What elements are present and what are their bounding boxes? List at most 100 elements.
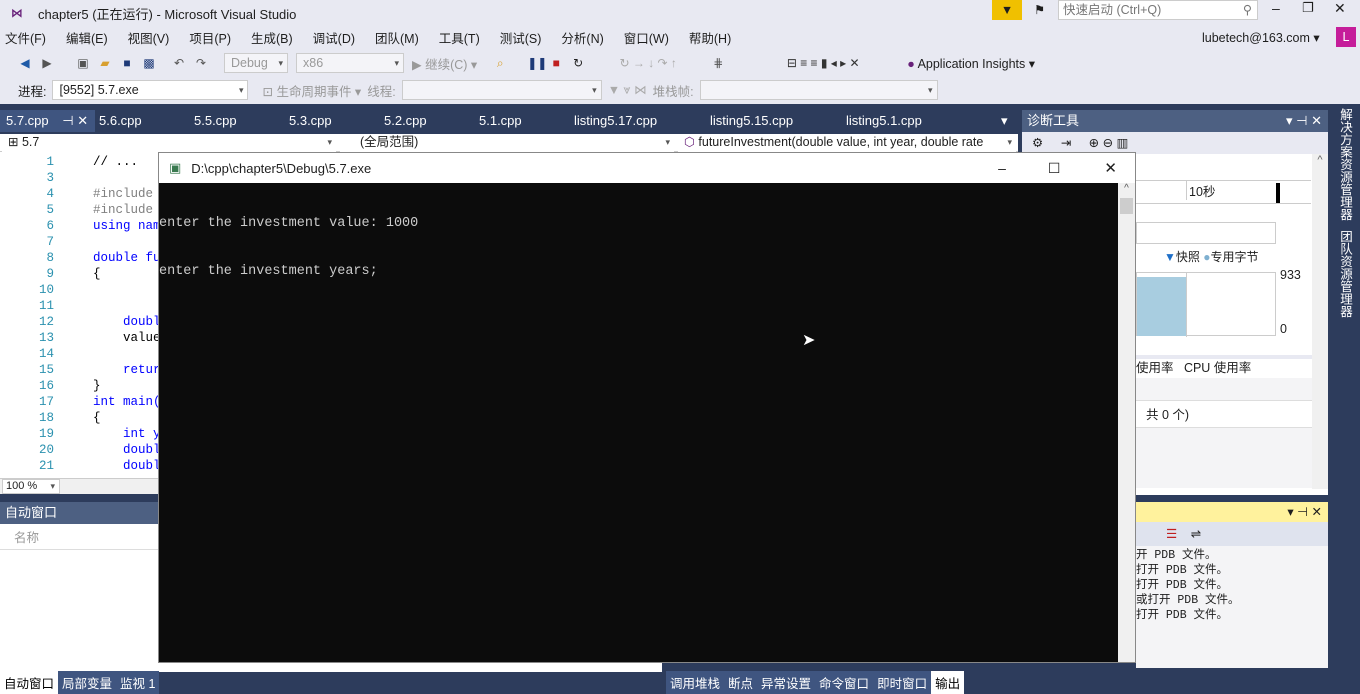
menu-help[interactable]: 帮助(H)	[689, 28, 731, 47]
save-icon[interactable]: ■	[120, 56, 134, 70]
pause-icon[interactable]: ❚❚	[527, 56, 547, 70]
filter-icon[interactable]: ▼	[992, 0, 1022, 20]
output-toolbar: ☰ ⇌	[1136, 522, 1328, 546]
new-project-icon[interactable]: ▣	[76, 56, 90, 70]
config-select[interactable]: Debug	[224, 53, 288, 73]
line-number: 20	[38, 443, 54, 457]
line-number: 8	[46, 251, 54, 265]
hex-icon[interactable]: ⋕	[711, 56, 725, 70]
stop-icon[interactable]: ■	[549, 56, 563, 70]
menu-build[interactable]: 生成(B)	[251, 28, 293, 47]
feedback-icon[interactable]: ⚑	[1034, 2, 1045, 17]
zoom-in-icon[interactable]: ⊕	[1089, 136, 1099, 150]
zoom-out-icon[interactable]: ⊖	[1103, 136, 1113, 150]
tab-listing5-15-cpp[interactable]: listing5.15.cpp	[704, 110, 799, 132]
back-icon[interactable]: ◀	[18, 56, 32, 70]
process-select[interactable]: [9552] 5.7.exe	[52, 80, 249, 100]
tab-solution-explorer[interactable]: 解决方案资源管理器	[1336, 108, 1355, 221]
app-insights-button[interactable]: ● Application Insights ▾	[907, 56, 1035, 71]
forward-icon[interactable]: ▶	[40, 56, 54, 70]
word-wrap-icon[interactable]: ⇌	[1191, 527, 1201, 541]
find-icon[interactable]: ⌕	[493, 56, 507, 70]
tab-listing5-1-cpp[interactable]: listing5.1.cpp	[840, 110, 928, 132]
scope-select[interactable]: (全局范围)	[340, 134, 674, 152]
menu-project[interactable]: 项目(P)	[189, 28, 231, 47]
settings-icon[interactable]: ⚙	[1032, 136, 1043, 150]
tab-team-explorer[interactable]: 团队资源管理器	[1336, 230, 1355, 318]
continue-button[interactable]: ▶ 继续(C) ▾	[412, 54, 477, 73]
avatar[interactable]: L	[1336, 27, 1356, 47]
restart-icon[interactable]: ↻	[571, 56, 585, 70]
thread-select[interactable]	[401, 80, 602, 100]
output-panel-controls[interactable]: ▾ ⊣ ✕	[1136, 502, 1328, 522]
member-select[interactable]: ⬡ futureInvestment(double value, int yea…	[678, 134, 1016, 152]
console-minimize-button[interactable]: –	[998, 160, 1006, 176]
tab-exception-settings[interactable]: 异常设置	[757, 670, 816, 694]
menu-edit[interactable]: 编辑(E)	[66, 28, 108, 47]
tab-5-3-cpp[interactable]: 5.3.cpp	[283, 110, 338, 132]
account-menu[interactable]: lubetech@163.com ▾	[1202, 30, 1320, 45]
time-marker[interactable]	[1276, 183, 1280, 203]
console-close-button[interactable]: ✕	[1104, 159, 1117, 177]
legend-snapshot: 快照	[1175, 250, 1200, 264]
timeline-ruler[interactable]: 10秒	[1136, 180, 1311, 204]
tab-5-1-cpp[interactable]: 5.1.cpp	[473, 110, 528, 132]
tab-overflow-icon[interactable]: ▾	[995, 110, 1014, 132]
thread-filter-icons[interactable]: ▼ ⩔ ⋈	[608, 82, 647, 98]
menu-team[interactable]: 团队(M)	[375, 28, 419, 47]
zoom-select[interactable]: 100 %	[2, 479, 60, 494]
tab-5-5-cpp[interactable]: 5.5.cpp	[188, 110, 243, 132]
tab-5-2-cpp[interactable]: 5.2.cpp	[378, 110, 433, 132]
step-icons[interactable]: ↻ → ↓ ↷ ↑	[593, 56, 703, 70]
tab-listing5-17-cpp[interactable]: listing5.17.cpp	[568, 110, 663, 132]
tab-immediate-window[interactable]: 即时窗口	[873, 670, 932, 694]
console-window[interactable]: ▣ D:\cpp\chapter5\Debug\5.7.exe – ☐ ✕ en…	[158, 152, 1136, 663]
zoom-value: 100 %	[6, 480, 38, 492]
line-number: 12	[38, 315, 54, 329]
export-icon[interactable]: ⇥	[1061, 136, 1071, 150]
diag-scrollbar[interactable]: ^	[1312, 154, 1328, 489]
tab-memory-usage[interactable]: 使用率	[1136, 361, 1174, 375]
tab-watch-1[interactable]: 监视 1	[116, 670, 160, 694]
close-button[interactable]: ✕	[1334, 0, 1346, 17]
bookmark-icons[interactable]: ⊟ ≡ ≡ ▮ ◂ ▸ ✕	[763, 56, 883, 70]
tab-output[interactable]: 输出	[931, 670, 965, 694]
menu-analyze[interactable]: 分析(N)	[561, 28, 603, 47]
minimize-button[interactable]: –	[1272, 0, 1280, 16]
menu-file[interactable]: 文件(F)	[5, 28, 46, 47]
menu-tools[interactable]: 工具(T)	[439, 28, 480, 47]
tab-breakpoints[interactable]: 断点	[724, 670, 758, 694]
menu-test[interactable]: 测试(S)	[500, 28, 542, 47]
tab-locals[interactable]: 局部变量	[58, 670, 117, 694]
menu-window[interactable]: 窗口(W)	[624, 28, 669, 47]
tab-auto-window[interactable]: 自动窗口	[0, 670, 59, 694]
console-maximize-button[interactable]: ☐	[1048, 160, 1061, 177]
lifecycle-events-button[interactable]: ⊡ 生命周期事件 ▾	[262, 81, 361, 100]
tab-5-6-cpp[interactable]: 5.6.cpp	[93, 110, 148, 132]
menu-view[interactable]: 视图(V)	[128, 28, 170, 47]
clear-all-icon[interactable]: ☰	[1166, 527, 1177, 541]
undo-icon[interactable]: ↶	[172, 56, 186, 70]
redo-icon[interactable]: ↷	[194, 56, 208, 70]
menu-debug[interactable]: 调试(D)	[313, 28, 355, 47]
console-title-bar[interactable]: ▣ D:\cpp\chapter5\Debug\5.7.exe – ☐ ✕	[159, 153, 1135, 183]
tab-command-window[interactable]: 命令窗口	[815, 670, 874, 694]
stackframe-select[interactable]	[699, 80, 938, 100]
platform-select[interactable]: x86	[296, 53, 404, 73]
code-editor[interactable]: 1 // ... 3 4 #include 5 #include 6 using name 7 8 d…	[0, 152, 168, 478]
tab-call-stack[interactable]: 调用堆栈	[666, 670, 725, 694]
project-select[interactable]: ⊞ 5.7	[2, 134, 336, 152]
console-scrollbar[interactable]: ^	[1118, 183, 1135, 662]
save-all-icon[interactable]: ▩	[142, 56, 156, 70]
tab-5-7-cpp[interactable]: 5.7.cpp ⊣ ✕	[0, 110, 95, 132]
output-text[interactable]: 开 PDB 文件。 打开 PDB 文件。 打开 PDB 文件。 或打开 PDB 文件。…	[1136, 546, 1328, 623]
quick-launch-input[interactable]: 快速启动 (Ctrl+Q) ⚲	[1058, 0, 1258, 20]
pin-icon[interactable]: ⊣	[62, 113, 73, 128]
open-icon[interactable]: ▰	[98, 56, 112, 70]
restore-button[interactable]: ❐	[1302, 0, 1314, 16]
close-tab-icon[interactable]: ✕	[77, 113, 88, 128]
console-output[interactable]: enter the investment value: 1000 enter t…	[159, 183, 1135, 312]
chart-icon[interactable]: ▥	[1117, 136, 1129, 150]
tab-cpu-usage[interactable]: CPU 使用率	[1184, 361, 1251, 375]
panel-controls-icon[interactable]: ▾ ⊣ ✕	[1286, 110, 1322, 132]
